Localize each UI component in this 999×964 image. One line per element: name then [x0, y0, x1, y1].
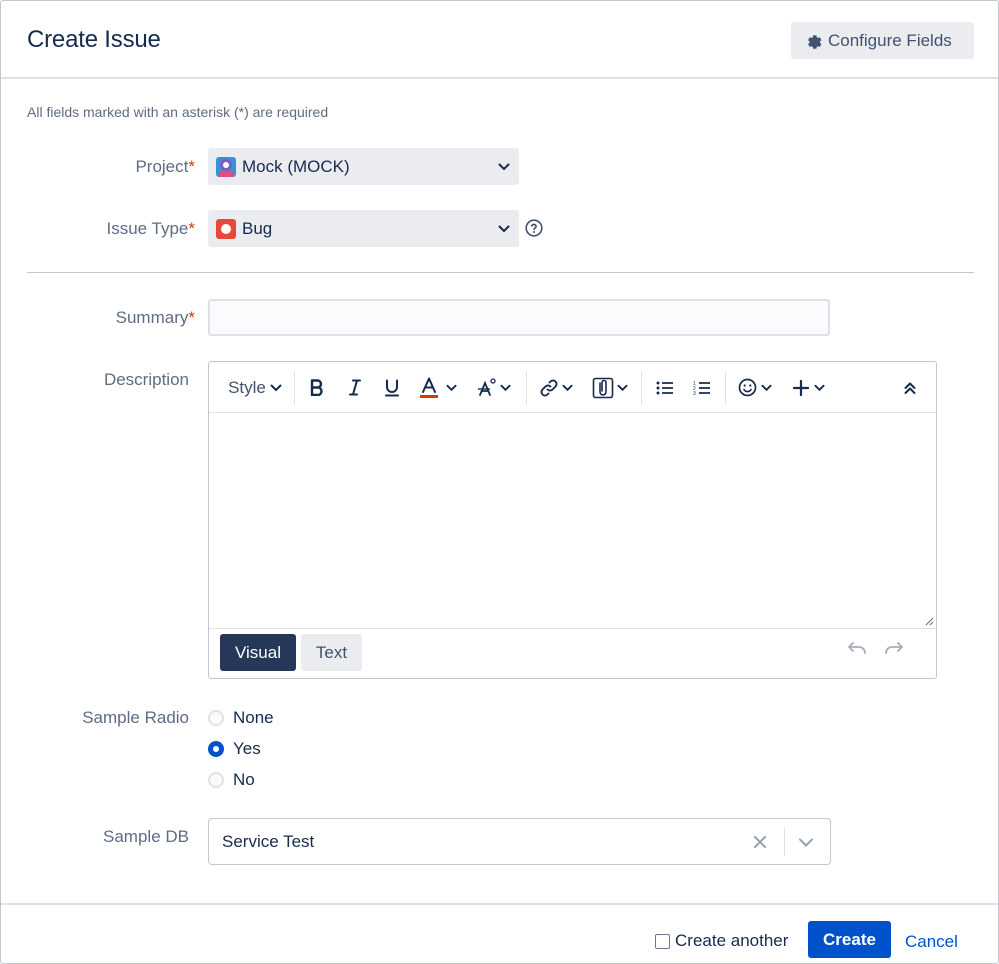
style-dropdown[interactable]: Style	[217, 362, 293, 413]
attachment-icon	[592, 377, 614, 398]
issue-type-label-text: Issue Type	[106, 219, 189, 238]
bullet-list-icon	[656, 381, 673, 394]
sample-db-value: Service Test	[222, 832, 315, 851]
dialog-footer: Create another Create Cancel	[1, 903, 998, 963]
italic-button[interactable]	[341, 362, 369, 413]
text-color-icon	[419, 377, 438, 398]
radio-option-none[interactable]: None	[208, 708, 274, 728]
radio-option-no[interactable]: No	[208, 770, 255, 790]
toolbar-separator	[641, 371, 642, 405]
summary-input[interactable]	[208, 299, 830, 336]
toolbar-separator	[526, 371, 527, 405]
radio-option-label: None	[233, 708, 274, 727]
sample-db-select[interactable]: Service Test	[208, 818, 831, 865]
bullet-list-button[interactable]	[651, 362, 679, 413]
style-dropdown-label: Style	[228, 377, 266, 397]
link-icon	[540, 379, 558, 396]
summary-label: Summary*	[5, 308, 195, 328]
radio-button[interactable]	[208, 710, 224, 726]
clear-icon[interactable]	[751, 833, 769, 851]
chevron-down-icon	[270, 384, 282, 391]
italic-icon	[349, 379, 361, 396]
resize-grip-icon[interactable]	[924, 616, 934, 626]
emoji-icon	[738, 378, 757, 397]
sample-radio-label: Sample Radio	[82, 708, 189, 727]
plus-icon	[793, 379, 809, 396]
project-label: Project*	[5, 157, 195, 177]
summary-label-text: Summary	[115, 308, 189, 327]
description-textarea[interactable]	[209, 413, 936, 628]
chevron-down-icon	[562, 384, 573, 391]
redo-icon[interactable]	[884, 641, 904, 655]
configure-fields-label: Configure Fields	[828, 30, 952, 50]
select-separator	[784, 828, 785, 856]
undo-icon[interactable]	[847, 641, 867, 655]
radio-button[interactable]	[208, 772, 224, 788]
cancel-link[interactable]: Cancel	[905, 932, 958, 952]
help-icon[interactable]	[525, 219, 543, 237]
chevron-down-icon	[498, 163, 510, 170]
project-value: Mock (MOCK)	[242, 156, 350, 176]
issue-type-value: Bug	[242, 218, 273, 238]
numbered-list-button[interactable]: 123	[688, 362, 716, 413]
chevron-down-icon	[761, 384, 772, 391]
chevron-down-icon	[498, 225, 510, 232]
issue-type-select[interactable]: Bug	[208, 210, 519, 247]
gear-icon	[808, 34, 822, 49]
svg-text:3: 3	[693, 391, 696, 396]
radio-option-yes[interactable]: Yes	[208, 739, 261, 759]
create-another-checkbox[interactable]	[655, 933, 670, 949]
chevron-down-icon	[445, 384, 457, 391]
dialog-header: Create Issue Configure Fields	[1, 1, 998, 79]
section-divider	[27, 272, 974, 273]
chevron-down-icon	[500, 384, 511, 391]
toolbar-separator	[294, 371, 295, 405]
sample-db-label: Sample DB	[103, 827, 189, 846]
configure-fields-button[interactable]: Configure Fields	[791, 22, 974, 59]
description-editor: Style 1 2 3 Visual Text	[208, 361, 937, 679]
attachment-button[interactable]	[589, 362, 631, 413]
chevron-down-icon	[814, 384, 825, 391]
toolbar-separator	[725, 371, 726, 405]
required-asterisk: *	[188, 219, 195, 238]
chevron-double-up-icon	[904, 382, 916, 394]
insert-more-button[interactable]	[789, 362, 829, 413]
radio-option-label: No	[233, 770, 255, 789]
text-effects-icon	[478, 377, 496, 396]
numbered-list-icon: 123	[693, 381, 710, 396]
create-another-option[interactable]: Create another	[655, 931, 788, 951]
project-avatar-icon	[216, 156, 236, 177]
bold-icon	[310, 379, 323, 396]
description-label: Description	[103, 370, 189, 389]
text-color-button[interactable]	[415, 362, 461, 413]
editor-toolbar: Style 1 2 3	[209, 362, 936, 413]
required-asterisk: *	[188, 157, 195, 176]
required-fields-note: All fields marked with an asterisk (*) a…	[27, 104, 329, 120]
text-mode-tab[interactable]: Text	[301, 634, 362, 671]
underline-button[interactable]	[378, 362, 406, 413]
bug-icon	[216, 218, 236, 239]
bold-button[interactable]	[303, 362, 331, 413]
create-another-label: Create another	[675, 931, 789, 950]
visual-mode-tab[interactable]: Visual	[220, 634, 296, 671]
chevron-down-icon[interactable]	[797, 833, 815, 851]
create-issue-dialog: Create Issue Configure Fields All fields…	[0, 0, 999, 964]
radio-option-label: Yes	[233, 739, 261, 758]
radio-button-checked[interactable]	[208, 741, 224, 757]
required-asterisk: *	[188, 308, 195, 327]
editor-footer: Visual Text	[209, 628, 936, 678]
underline-icon	[385, 379, 399, 396]
link-button[interactable]	[536, 362, 576, 413]
text-effects-button[interactable]	[473, 362, 515, 413]
dialog-title: Create Issue	[27, 26, 161, 53]
project-select[interactable]: Mock (MOCK)	[208, 148, 519, 185]
issue-type-label: Issue Type*	[5, 219, 195, 239]
collapse-toolbar-button[interactable]	[896, 362, 924, 413]
chevron-down-icon	[617, 384, 628, 391]
create-button[interactable]: Create	[808, 921, 891, 958]
emoji-button[interactable]	[735, 362, 775, 413]
project-label-text: Project	[135, 157, 189, 176]
